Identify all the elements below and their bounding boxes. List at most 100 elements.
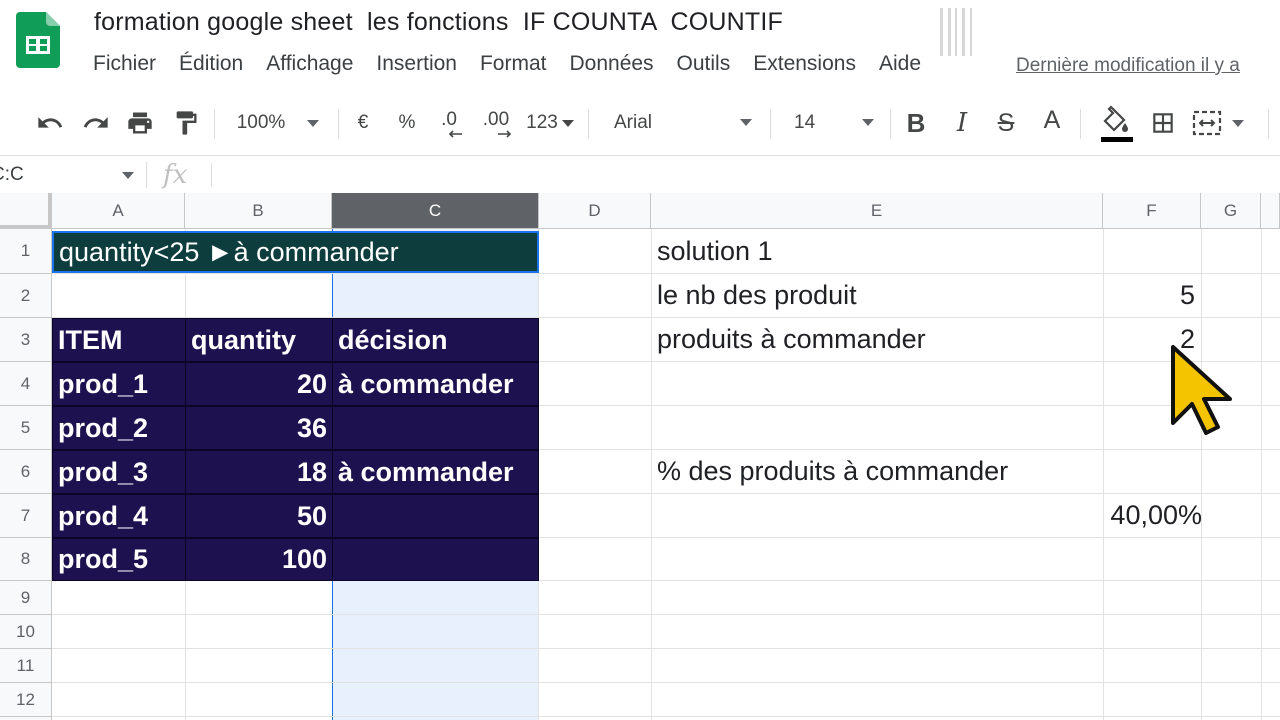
column-header-c[interactable]: C: [332, 193, 539, 229]
row-header-4[interactable]: 4: [0, 362, 52, 406]
toolbar-divider: [890, 109, 891, 139]
product-count-value-cell[interactable]: 5: [1104, 274, 1200, 317]
menu-outils[interactable]: Outils: [677, 52, 731, 80]
column-header-d[interactable]: D: [539, 193, 651, 229]
row-header-10[interactable]: 10: [0, 615, 52, 649]
item-cell[interactable]: prod_4: [52, 494, 186, 538]
arrow-left-icon: [448, 130, 462, 138]
quantity-cell[interactable]: 50: [185, 494, 333, 538]
fill-color-button[interactable]: [1096, 97, 1136, 149]
number-format-label: 123: [526, 112, 558, 133]
column-header-a[interactable]: A: [52, 193, 185, 229]
decision-cell[interactable]: [332, 406, 539, 450]
row-header-1[interactable]: 1: [0, 229, 52, 274]
merge-cells-button[interactable]: [1192, 97, 1256, 149]
zoom-select[interactable]: 100%: [228, 97, 328, 149]
row-header-8[interactable]: 8: [0, 538, 52, 581]
undo-button[interactable]: [32, 97, 68, 149]
gridline: [52, 614, 1280, 615]
menu-extensions[interactable]: Extensions: [753, 52, 856, 80]
column-header-g[interactable]: G: [1201, 193, 1261, 229]
order-count-label-cell[interactable]: produits à commander: [652, 318, 1102, 361]
toolbar-divider: [1080, 109, 1081, 139]
header-cell-decision[interactable]: décision: [332, 318, 539, 362]
item-cell[interactable]: prod_1: [52, 362, 186, 406]
column-header-e[interactable]: E: [651, 193, 1103, 229]
currency-format-button[interactable]: €: [348, 97, 378, 149]
formula-divider: [146, 162, 147, 188]
italic-button[interactable]: I: [946, 97, 978, 149]
menu-affichage[interactable]: Affichage: [266, 52, 353, 80]
text-color-button[interactable]: A: [1036, 97, 1068, 149]
header-cell-quantity[interactable]: quantity: [185, 318, 333, 362]
document-title[interactable]: formation google sheet les fonctions IF …: [94, 8, 783, 37]
decision-cell[interactable]: à commander: [332, 362, 539, 406]
decision-cell[interactable]: à commander: [332, 450, 539, 494]
borders-button[interactable]: [1146, 97, 1180, 149]
row-header-6[interactable]: 6: [0, 450, 52, 494]
paint-format-button[interactable]: [168, 97, 204, 149]
quantity-cell[interactable]: 100: [185, 538, 333, 581]
currency-label: €: [357, 112, 369, 133]
column-header-f[interactable]: F: [1103, 193, 1201, 229]
chevron-down-icon: [862, 119, 874, 126]
banner-cell[interactable]: quantity<25 ►à commander: [52, 231, 539, 273]
row-header-5[interactable]: 5: [0, 406, 52, 450]
zoom-value: 100%: [236, 112, 286, 133]
solution-label-cell[interactable]: solution 1: [652, 230, 1102, 273]
column-header-h[interactable]: [1261, 193, 1280, 229]
redo-button[interactable]: [78, 97, 114, 149]
menu-donnees[interactable]: Données: [569, 52, 653, 80]
decrease-decimal-label: .0: [441, 109, 457, 130]
quantity-cell[interactable]: 20: [185, 362, 333, 406]
decrease-decimal-button[interactable]: .0: [432, 97, 466, 149]
column-header-b[interactable]: B: [185, 193, 332, 229]
menu-format[interactable]: Format: [480, 52, 547, 80]
strikethrough-label: S: [997, 108, 1015, 137]
text-color-label: A: [1043, 105, 1061, 134]
toolbar-divider: [770, 109, 771, 139]
toolbar-divider: [588, 109, 589, 139]
item-cell[interactable]: prod_5: [52, 538, 186, 581]
menu-edition[interactable]: Édition: [179, 52, 243, 80]
row-header-7[interactable]: 7: [0, 494, 52, 538]
strikethrough-button[interactable]: S: [990, 97, 1022, 149]
gridline: [52, 648, 1280, 649]
borders-icon: [1153, 113, 1173, 133]
row-header-11[interactable]: 11: [0, 649, 52, 683]
decision-cell[interactable]: [332, 538, 539, 581]
number-format-select[interactable]: 123: [522, 97, 578, 149]
percent-label-cell[interactable]: % des produits à commander: [652, 450, 1102, 493]
last-edit-link[interactable]: Dernière modification il y a: [1016, 55, 1240, 77]
toolbar-divider: [338, 109, 339, 139]
decision-cell[interactable]: [332, 494, 539, 538]
select-all-corner[interactable]: [0, 193, 52, 229]
quantity-cell[interactable]: 36: [185, 406, 333, 450]
increase-decimal-button[interactable]: .00: [476, 97, 516, 149]
quantity-cell[interactable]: 18: [185, 450, 333, 494]
row-header-3[interactable]: 3: [0, 318, 52, 362]
product-count-label-cell[interactable]: le nb des produit: [652, 274, 1102, 317]
row-header-12[interactable]: 12: [0, 683, 52, 717]
percent-format-button[interactable]: %: [392, 97, 422, 149]
menu-aide[interactable]: Aide: [879, 52, 921, 80]
print-button[interactable]: [122, 97, 158, 149]
name-box[interactable]: C:C: [0, 156, 140, 194]
font-family-select[interactable]: Arial: [600, 97, 760, 149]
bold-button[interactable]: B: [900, 97, 932, 149]
percent-value-cell[interactable]: 40,00%: [1104, 494, 1202, 537]
font-size-select[interactable]: 14: [780, 97, 880, 149]
menu-fichier[interactable]: Fichier: [93, 52, 156, 80]
item-cell[interactable]: prod_2: [52, 406, 186, 450]
formula-input[interactable]: [220, 162, 1270, 188]
toolbar-divider: [1268, 109, 1269, 139]
chevron-down-icon: [1232, 119, 1244, 127]
fill-color-icon: [1101, 105, 1133, 142]
row-header-9[interactable]: 9: [0, 581, 52, 615]
item-cell[interactable]: prod_3: [52, 450, 186, 494]
header-cell-item[interactable]: ITEM: [52, 318, 186, 362]
chevron-down-icon[interactable]: [122, 172, 134, 179]
sheets-logo-icon[interactable]: [16, 12, 60, 68]
menu-insertion[interactable]: Insertion: [376, 52, 457, 80]
row-header-2[interactable]: 2: [0, 274, 52, 318]
